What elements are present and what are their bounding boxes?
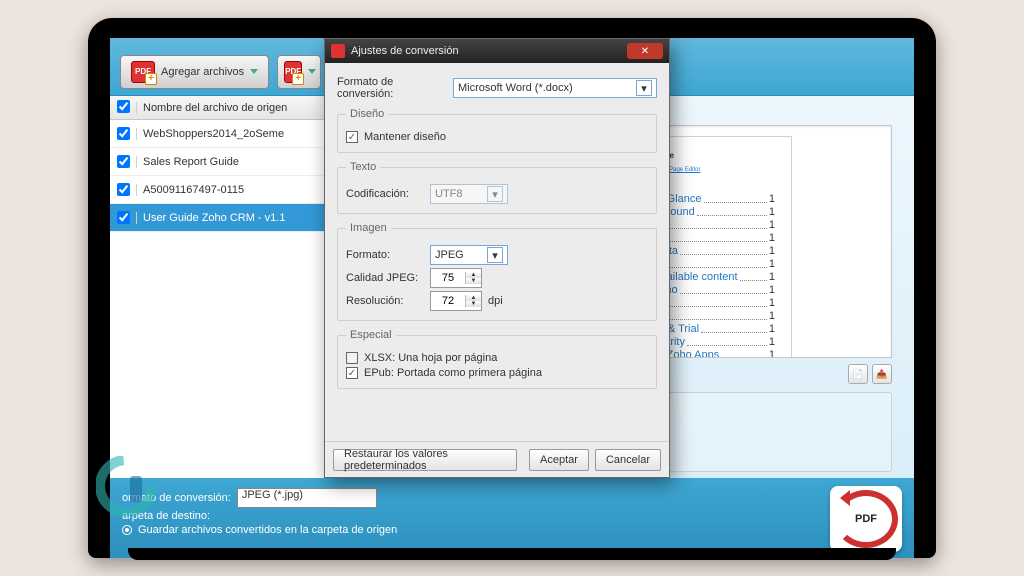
epub-label: EPub: Portada como primera página — [364, 367, 542, 379]
conversion-format-select[interactable]: Microsoft Word (*.docx) ▾ — [453, 78, 657, 98]
row-checkbox[interactable] — [117, 155, 130, 168]
checkbox-icon — [346, 352, 358, 364]
add-files-button[interactable]: PDF Agregar archivos — [120, 55, 269, 89]
resolution-value[interactable] — [431, 295, 465, 307]
dialog-footer: Restaurar los valores predeterminados Ac… — [325, 441, 669, 477]
checkbox-icon — [346, 367, 358, 379]
export-page-button[interactable]: 📤 — [872, 364, 892, 384]
text-group: Texto Codificación: UTF8 ▾ — [337, 161, 657, 214]
encoding-value: UTF8 — [435, 188, 463, 200]
pdf-add-icon: PDF — [131, 61, 155, 83]
laptop-base — [128, 548, 896, 560]
dpi-label: dpi — [488, 295, 503, 307]
design-group: Diseño Mantener diseño — [337, 108, 657, 153]
close-button[interactable]: ✕ — [627, 43, 663, 59]
keep-design-checkbox[interactable]: Mantener diseño — [346, 131, 648, 143]
text-legend: Texto — [346, 161, 380, 173]
jpeg-quality-stepper[interactable]: ▲▼ — [430, 268, 482, 288]
xlsx-checkbox[interactable]: XLSX: Una hoja por página — [346, 352, 648, 364]
chevron-down-icon: ▾ — [487, 186, 503, 202]
special-group: Especial XLSX: Una hoja por página EPub:… — [337, 329, 657, 389]
design-legend: Diseño — [346, 108, 388, 120]
watermark-logo — [96, 456, 156, 516]
epub-checkbox[interactable]: EPub: Portada como primera página — [346, 367, 648, 379]
cancel-button[interactable]: Cancelar — [595, 449, 661, 471]
resolution-stepper[interactable]: ▲▼ — [430, 291, 482, 311]
radio-icon — [122, 525, 132, 535]
xlsx-label: XLSX: Una hoja por página — [364, 352, 497, 364]
jpeg-quality-value[interactable] — [431, 272, 465, 284]
conversion-settings-dialog: Ajustes de conversión ✕ Formato de conve… — [324, 38, 670, 478]
add-files-icon-button[interactable]: PDF — [277, 55, 321, 89]
step-down-icon[interactable]: ▼ — [466, 301, 481, 307]
format-label: Formato de conversión: — [337, 76, 447, 100]
convert-arrow-icon — [840, 490, 850, 506]
save-same-folder-radio[interactable]: Guardar archivos convertidos en la carpe… — [122, 524, 820, 536]
bottom-bar: ormato de conversión: JPEG (*.jpg) arpet… — [110, 478, 914, 558]
restore-defaults-button[interactable]: Restaurar los valores predeterminados — [333, 449, 517, 471]
select-all-checkbox[interactable] — [117, 100, 130, 113]
accept-button[interactable]: Aceptar — [529, 449, 589, 471]
image-format-select[interactable]: JPEG ▾ — [430, 245, 508, 265]
encoding-label: Codificación: — [346, 188, 424, 200]
chevron-down-icon: ▾ — [636, 80, 652, 96]
chevron-down-icon — [308, 69, 316, 74]
image-format-value: JPEG — [435, 249, 464, 261]
format-value: Microsoft Word (*.docx) — [458, 82, 573, 94]
checkbox-icon — [346, 131, 358, 143]
dialog-titlebar[interactable]: Ajustes de conversión ✕ — [325, 39, 669, 63]
dialog-title: Ajustes de conversión — [351, 45, 459, 57]
format-select[interactable]: JPEG (*.jpg) — [237, 488, 377, 508]
row-checkbox[interactable] — [117, 183, 130, 196]
chevron-down-icon: ▾ — [487, 247, 503, 263]
page-action-button[interactable]: 📄 — [848, 364, 868, 384]
pdf-add-icon: PDF — [284, 61, 302, 83]
app-window: PDF Agregar archivos PDF Nombre del arch… — [110, 38, 914, 558]
encoding-select[interactable]: UTF8 ▾ — [430, 184, 508, 204]
row-checkbox[interactable] — [117, 211, 130, 224]
special-legend: Especial — [346, 329, 396, 341]
save-same-label: Guardar archivos convertidos en la carpe… — [138, 524, 397, 536]
keep-design-label: Mantener diseño — [364, 131, 446, 143]
image-group: Imagen Formato: JPEG ▾ Calidad JPEG: ▲▼ — [337, 222, 657, 321]
image-format-label: Formato: — [346, 249, 424, 261]
step-down-icon[interactable]: ▼ — [466, 278, 481, 284]
image-legend: Imagen — [346, 222, 391, 234]
row-checkbox[interactable] — [117, 127, 130, 140]
add-files-label: Agregar archivos — [161, 66, 244, 78]
resolution-label: Resolución: — [346, 295, 424, 307]
format-value: JPEG (*.jpg) — [242, 489, 303, 501]
jpeg-quality-label: Calidad JPEG: — [346, 272, 424, 284]
laptop-frame: PDF Agregar archivos PDF Nombre del arch… — [88, 18, 936, 558]
app-icon — [331, 44, 345, 58]
chevron-down-icon — [250, 69, 258, 74]
convert-button[interactable]: PDF — [830, 486, 902, 552]
